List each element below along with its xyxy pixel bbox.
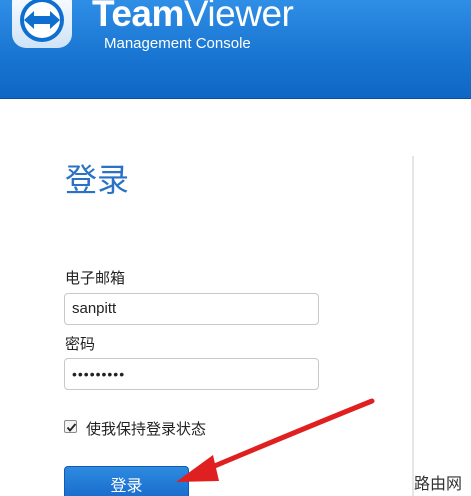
brand-name-viewer: Viewer bbox=[183, 0, 294, 34]
login-button[interactable]: 登录 bbox=[64, 466, 189, 496]
brand-name: TeamViewer bbox=[92, 0, 294, 36]
app-header: TeamViewer Management Console bbox=[0, 0, 471, 99]
vertical-divider bbox=[412, 156, 414, 496]
teamviewer-logo-icon bbox=[12, 0, 72, 48]
password-label: 密码 bbox=[65, 335, 96, 353]
watermark: 路由网 bbox=[414, 474, 463, 493]
email-field[interactable]: sanpitt bbox=[64, 293, 319, 325]
checkmark-icon bbox=[66, 423, 77, 432]
remember-me-checkbox[interactable] bbox=[64, 420, 77, 433]
email-label: 电子邮箱 bbox=[65, 269, 126, 287]
remember-me-label[interactable]: 使我保持登录状态 bbox=[86, 419, 206, 439]
brand-name-team: Team bbox=[92, 0, 184, 34]
brand-subtitle: Management Console bbox=[104, 35, 251, 52]
password-field[interactable]: ••••••••• bbox=[64, 358, 319, 390]
page-title: 登录 bbox=[65, 161, 130, 199]
